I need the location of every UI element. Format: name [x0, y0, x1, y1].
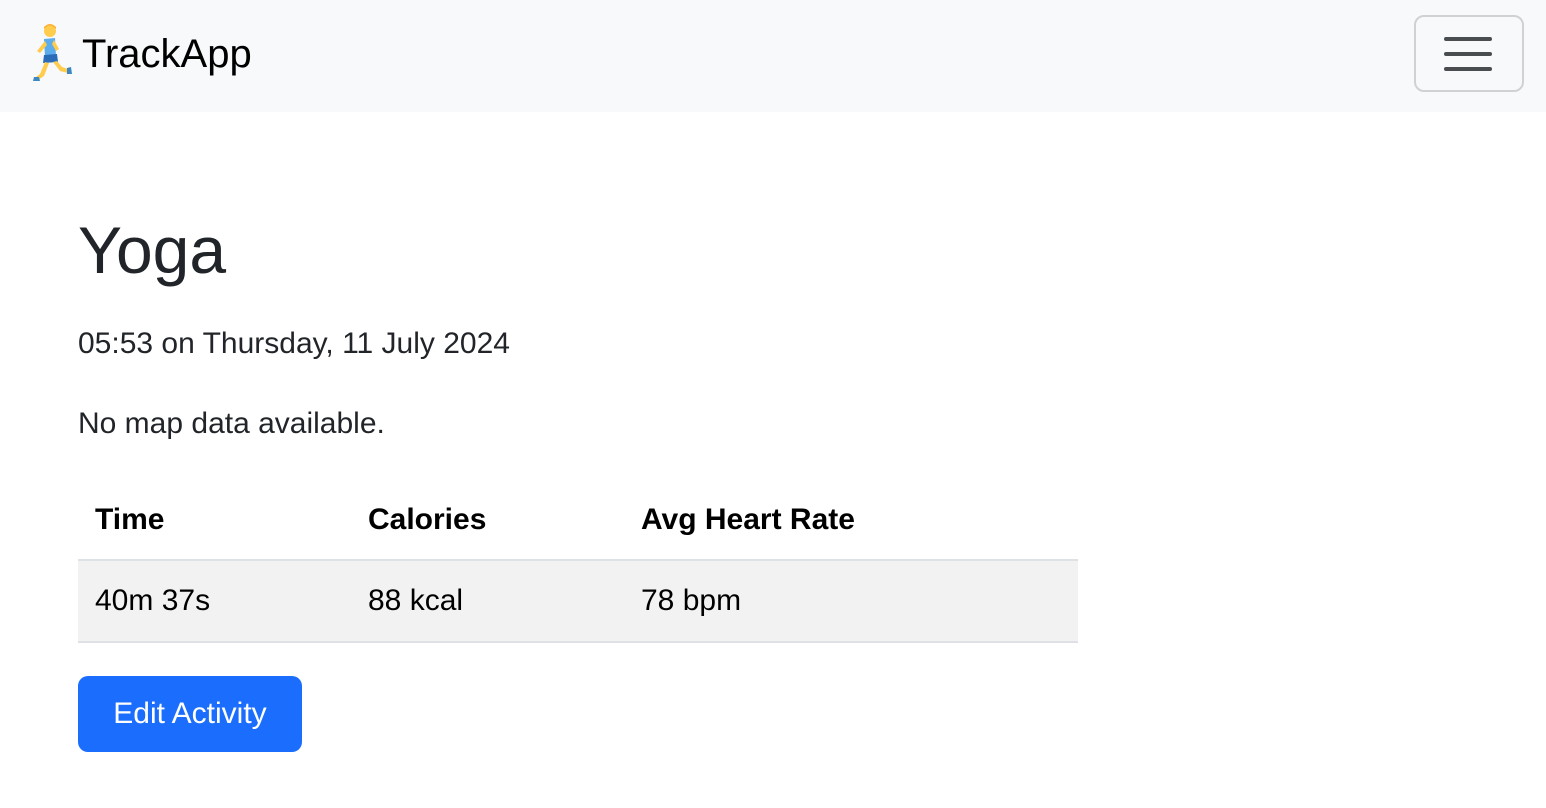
- navbar: TrackApp: [0, 0, 1546, 112]
- navbar-toggle-button[interactable]: [1414, 15, 1524, 92]
- cell-time: 40m 37s: [78, 560, 351, 643]
- header-time: Time: [78, 481, 351, 561]
- edit-activity-button[interactable]: Edit Activity: [78, 676, 302, 752]
- map-unavailable-message: No map data available.: [78, 407, 385, 440]
- activity-stats-table: Time Calories Avg Heart Rate 40m 37s 88 …: [78, 481, 1078, 643]
- activity-title: Yoga: [78, 213, 227, 287]
- runner-icon: [28, 22, 76, 86]
- header-calories: Calories: [351, 481, 624, 561]
- header-avg-heart-rate: Avg Heart Rate: [624, 481, 1078, 561]
- brand-name: TrackApp: [82, 32, 252, 76]
- table-header-row: Time Calories Avg Heart Rate: [78, 481, 1078, 561]
- activity-datetime: 05:53 on Thursday, 11 July 2024: [78, 327, 510, 360]
- cell-calories: 88 kcal: [351, 560, 624, 643]
- cell-avg-heart-rate: 78 bpm: [624, 560, 1078, 643]
- brand-link[interactable]: TrackApp: [28, 22, 252, 86]
- hamburger-menu-icon: [1444, 35, 1494, 73]
- table-row: 40m 37s 88 kcal 78 bpm: [78, 560, 1078, 643]
